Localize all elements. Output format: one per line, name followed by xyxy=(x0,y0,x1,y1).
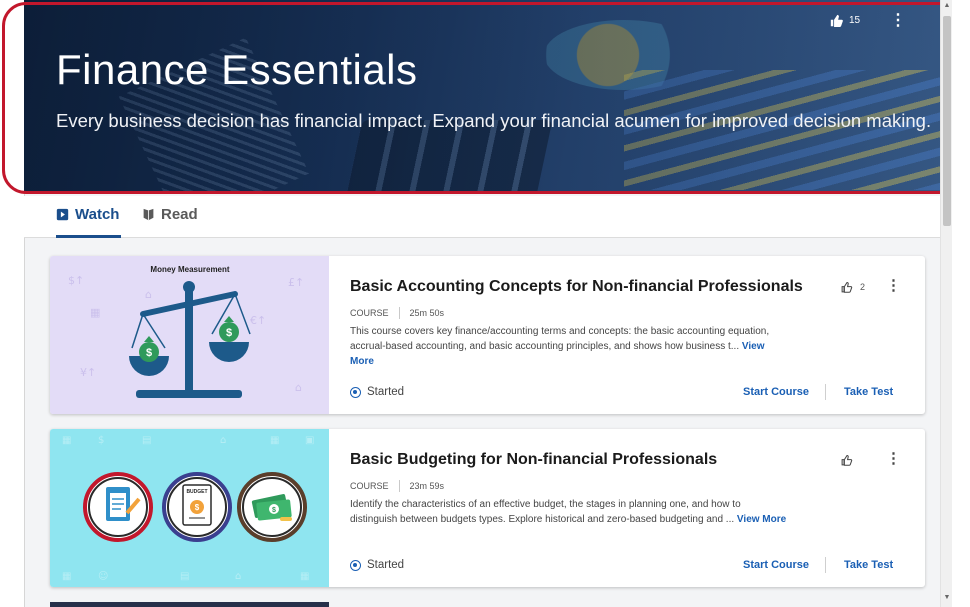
svg-text:⌂: ⌂ xyxy=(295,381,302,394)
thumbs-up-icon xyxy=(841,281,853,293)
svg-text:$: $ xyxy=(226,327,232,339)
tab-read-label: Read xyxy=(161,206,198,223)
svg-text:⌂: ⌂ xyxy=(145,288,152,301)
hero-like-button[interactable]: 15 xyxy=(830,14,860,27)
course-status: Started xyxy=(350,386,404,398)
book-icon xyxy=(143,208,154,221)
course-type: COURSE xyxy=(350,308,389,318)
meta-divider xyxy=(398,307,400,319)
action-divider xyxy=(825,384,826,400)
hero-banner: Finance Essentials Every business decisi… xyxy=(24,0,940,192)
tab-watch[interactable]: Watch xyxy=(56,206,122,238)
svg-text:▦: ▦ xyxy=(300,571,309,582)
svg-text:$: $ xyxy=(146,347,152,359)
svg-text:$↑: $↑ xyxy=(68,274,84,287)
course-description: Identify the characteristics of an effec… xyxy=(350,497,790,527)
view-more-link[interactable]: View More xyxy=(737,514,786,525)
scale-illustration: $↑ £↑ ▦ €↑ ¥↑ ⌂ ⌂ Money Measurement $ $ xyxy=(68,265,304,398)
course-status: Started xyxy=(350,559,404,571)
start-course-button[interactable]: Start Course xyxy=(743,559,809,571)
thumbs-up-icon xyxy=(841,454,853,466)
app-frame: Finance Essentials Every business decisi… xyxy=(0,0,970,607)
course-title[interactable]: Basic Budgeting for Non-financial Profes… xyxy=(350,451,717,469)
course-description-text: This course covers key finance/accountin… xyxy=(350,326,770,352)
more-menu-icon[interactable]: ⋮ xyxy=(886,278,901,294)
course-thumbnail[interactable]: ▦ $ ▤ ⌂ ▦ ▣ ▦ ☺ ▤ ⌂ ▦ BUDGET $ $ xyxy=(50,429,329,587)
window-edge xyxy=(952,0,970,607)
course-meta: COURSE 25m 50s xyxy=(350,307,444,319)
course-status-label: Started xyxy=(367,386,405,398)
svg-text:▤: ▤ xyxy=(180,571,189,582)
content-tabs: Watch Read xyxy=(24,196,940,238)
hero-more-menu-icon[interactable]: ⋮ xyxy=(890,12,906,30)
svg-text:$: $ xyxy=(272,507,276,514)
video-icon xyxy=(56,208,69,221)
action-divider xyxy=(825,557,826,573)
scroll-down-icon[interactable]: ▼ xyxy=(943,594,951,601)
more-menu-icon[interactable]: ⋮ xyxy=(886,451,901,467)
svg-text:☺: ☺ xyxy=(98,571,108,582)
course-duration: 23m 59s xyxy=(409,481,445,491)
svg-text:⌂: ⌂ xyxy=(220,435,226,446)
svg-text:$: $ xyxy=(195,503,200,512)
svg-text:€↑: €↑ xyxy=(250,314,266,327)
tab-watch-label: Watch xyxy=(75,206,120,223)
course-type: COURSE xyxy=(350,481,389,491)
budget-illustration: ▦ $ ▤ ⌂ ▦ ▣ ▦ ☺ ▤ ⌂ ▦ BUDGET $ $ xyxy=(62,435,314,582)
tab-read[interactable]: Read xyxy=(142,206,198,238)
like-count: 2 xyxy=(860,282,866,292)
svg-text:▦: ▦ xyxy=(62,571,71,582)
page-title: Finance Essentials xyxy=(56,46,418,93)
thumbs-up-icon xyxy=(830,14,843,27)
like-button[interactable] xyxy=(841,454,853,466)
hero-like-count: 15 xyxy=(849,15,861,26)
status-icon xyxy=(350,559,361,571)
scroll-up-icon[interactable]: ▲ xyxy=(943,2,951,9)
hero-overlay xyxy=(24,0,940,192)
svg-text:£↑: £↑ xyxy=(288,276,304,289)
start-course-button[interactable]: Start Course xyxy=(743,386,809,398)
svg-text:⌂: ⌂ xyxy=(235,571,241,582)
course-card[interactable]: $↑ £↑ ▦ €↑ ¥↑ ⌂ ⌂ Money Measurement $ $ xyxy=(50,256,925,414)
course-duration: 25m 50s xyxy=(409,308,445,318)
page-scrollbar[interactable]: ▲ ▼ xyxy=(940,0,952,607)
page-subtitle: Every business decision has financial im… xyxy=(56,110,932,131)
budget-badge-text: BUDGET xyxy=(186,489,207,495)
course-description: This course covers key finance/accountin… xyxy=(350,324,790,369)
course-card[interactable]: ▦ $ ▤ ⌂ ▦ ▣ ▦ ☺ ▤ ⌂ ▦ BUDGET $ $ Basic B… xyxy=(50,429,925,587)
svg-text:$: $ xyxy=(98,435,104,446)
svg-text:▤: ▤ xyxy=(142,435,151,446)
course-meta: COURSE 23m 59s xyxy=(350,480,444,492)
svg-text:▦: ▦ xyxy=(62,435,71,446)
svg-text:¥↑: ¥↑ xyxy=(80,366,96,379)
course-status-label: Started xyxy=(367,559,405,571)
course-card-partial xyxy=(50,602,329,607)
like-button[interactable]: 2 xyxy=(841,281,865,293)
status-icon xyxy=(350,386,361,398)
scrollbar-thumb[interactable] xyxy=(943,16,951,226)
thumbnail-caption: Money Measurement xyxy=(150,265,229,274)
svg-text:▦: ▦ xyxy=(270,435,279,446)
meta-divider xyxy=(398,480,400,492)
svg-text:▦: ▦ xyxy=(90,306,100,319)
course-description-text: Identify the characteristics of an effec… xyxy=(350,499,741,525)
take-test-button[interactable]: Take Test xyxy=(844,386,893,398)
course-title[interactable]: Basic Accounting Concepts for Non-financ… xyxy=(350,278,803,296)
svg-text:▣: ▣ xyxy=(305,435,314,446)
course-thumbnail[interactable]: $↑ £↑ ▦ €↑ ¥↑ ⌂ ⌂ Money Measurement $ $ xyxy=(50,256,329,414)
take-test-button[interactable]: Take Test xyxy=(844,559,893,571)
